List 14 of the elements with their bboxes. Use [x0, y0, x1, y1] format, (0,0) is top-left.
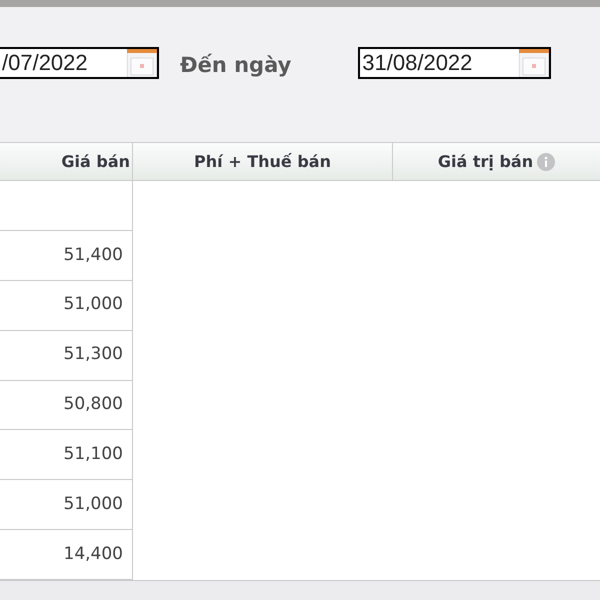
table-cell: 50,800: [0, 380, 132, 430]
table-cell: 51,300: [0, 330, 132, 380]
column-header[interactable]: Giá trị bán: [393, 143, 600, 180]
table-cell: 51,400: [0, 230, 132, 281]
calendar-icon[interactable]: [127, 49, 157, 77]
table-cell: 51,000: [0, 280, 132, 331]
column-header[interactable]: Phí + Thuế bán: [133, 143, 393, 180]
to-date-label: Đến ngày: [180, 52, 292, 79]
date-field[interactable]: /07/2022: [0, 47, 127, 79]
table-cell: 51,000: [0, 480, 132, 530]
horizontal-scrollbar[interactable]: [0, 580, 600, 600]
column-header[interactable]: Giá bán: [0, 143, 133, 180]
table-cell: 51,100: [0, 430, 132, 480]
info-icon[interactable]: [537, 152, 556, 170]
